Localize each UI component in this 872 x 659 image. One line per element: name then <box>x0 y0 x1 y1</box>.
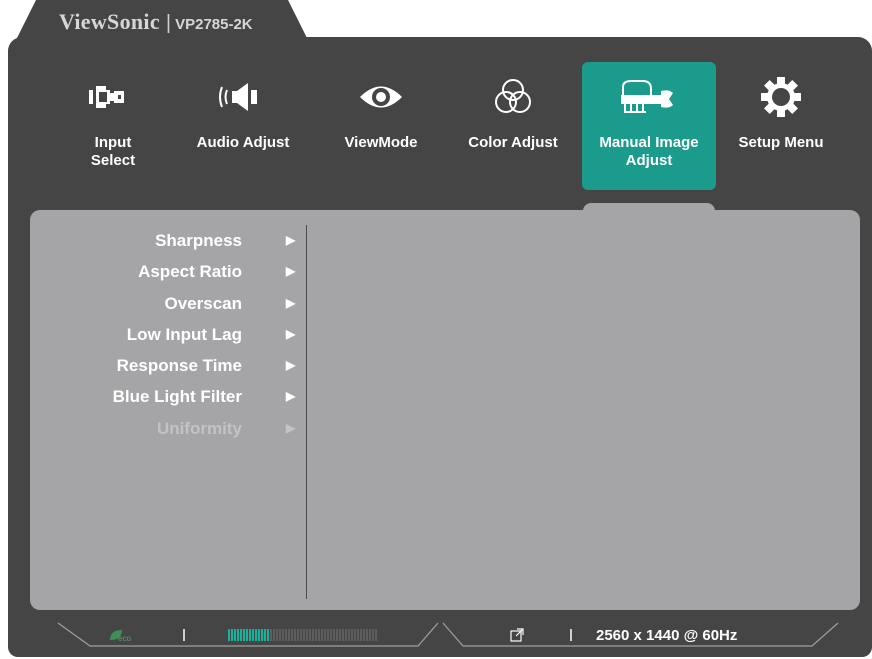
menu-item-sharpness[interactable]: Sharpness ▶ <box>30 222 306 253</box>
submenu-list: Sharpness ▶ Aspect Ratio ▶ Overscan ▶ Lo… <box>30 222 306 441</box>
level-segment <box>372 629 374 641</box>
brightness-level-meter <box>228 629 377 641</box>
svg-text:eco: eco <box>118 634 131 643</box>
level-segment <box>342 629 344 641</box>
gear-icon <box>761 77 801 117</box>
level-segment <box>303 629 305 641</box>
level-segment <box>228 629 230 641</box>
tab-color-adjust[interactable]: Color Adjust <box>450 62 576 190</box>
menu-item-aspect-ratio[interactable]: Aspect Ratio ▶ <box>30 253 306 284</box>
level-segment <box>282 629 284 641</box>
menu-item-blue-light-filter[interactable]: Blue Light Filter ▶ <box>30 378 306 409</box>
level-segment <box>351 629 353 641</box>
level-segment <box>333 629 335 641</box>
level-segment <box>309 629 311 641</box>
level-segment <box>249 629 251 641</box>
level-segment <box>246 629 248 641</box>
tab-viewmode-label: ViewMode <box>344 134 418 151</box>
level-segment <box>300 629 302 641</box>
level-segment <box>261 629 263 641</box>
level-segment <box>375 629 377 641</box>
tab-setup-menu[interactable]: Setup Menu <box>718 62 844 190</box>
level-segment <box>243 629 245 641</box>
hand-wrench-icon <box>621 80 673 113</box>
level-segment <box>273 629 275 641</box>
level-segment <box>279 629 281 641</box>
level-segment <box>258 629 260 641</box>
level-segment <box>345 629 347 641</box>
level-segment <box>240 629 242 641</box>
arrow-right-icon: ▶ <box>286 358 296 373</box>
tab-audio-adjust-label: Audio Adjust <box>196 134 290 151</box>
level-segment <box>237 629 239 641</box>
input-select-icon <box>89 86 124 108</box>
eco-leaf-icon: eco <box>110 630 131 643</box>
arrow-right-icon: ▶ <box>286 420 296 435</box>
menu-item-label: Response Time <box>116 356 242 376</box>
level-segment <box>315 629 317 641</box>
level-segment <box>264 629 266 641</box>
level-segment <box>318 629 320 641</box>
level-segment <box>285 629 287 641</box>
menu-item-label: Uniformity <box>157 418 242 438</box>
color-circles-icon <box>495 79 531 113</box>
tab-color-adjust-label: Color Adjust <box>468 134 558 151</box>
level-segment <box>297 629 299 641</box>
level-segment <box>288 629 290 641</box>
level-segment <box>360 629 362 641</box>
level-segment <box>231 629 233 641</box>
level-segment <box>291 629 293 641</box>
level-segment <box>354 629 356 641</box>
main-menu-tabs: Input Select Audio Adjust ViewMode Color… <box>0 0 872 200</box>
level-segment <box>306 629 308 641</box>
level-segment <box>336 629 338 641</box>
resolution-readout: 2560 x 1440 @ 60Hz <box>596 627 738 644</box>
level-segment <box>270 629 272 641</box>
level-segment <box>348 629 350 641</box>
speaker-icon <box>219 83 257 111</box>
level-segment <box>339 629 341 641</box>
menu-item-label: Overscan <box>164 293 243 313</box>
status-bar: eco <box>57 622 839 647</box>
menu-item-overscan[interactable]: Overscan ▶ <box>30 285 306 316</box>
level-segment <box>369 629 371 641</box>
tab-manual-image-adjust-label: Manual Image Adjust <box>599 134 699 169</box>
tab-setup-menu-label: Setup Menu <box>738 134 824 151</box>
level-segment <box>366 629 368 641</box>
menu-item-label: Low Input Lag <box>126 324 242 344</box>
menu-item-label: Sharpness <box>155 231 242 250</box>
level-segment <box>267 629 269 641</box>
menu-item-label: Blue Light Filter <box>112 387 242 407</box>
menu-item-label: Aspect Ratio <box>138 262 242 282</box>
level-segment <box>357 629 359 641</box>
level-segment <box>234 629 236 641</box>
submenu-divider <box>306 225 307 599</box>
tab-audio-adjust[interactable]: Audio Adjust <box>180 62 306 190</box>
arrow-right-icon: ▶ <box>286 389 296 404</box>
level-segment <box>363 629 365 641</box>
level-segment <box>330 629 332 641</box>
level-segment <box>255 629 257 641</box>
level-segment <box>321 629 323 641</box>
level-segment <box>252 629 254 641</box>
tab-viewmode[interactable]: ViewMode <box>318 62 444 190</box>
menu-item-low-input-lag[interactable]: Low Input Lag ▶ <box>30 316 306 347</box>
menu-item-response-time[interactable]: Response Time ▶ <box>30 347 306 378</box>
level-segment <box>327 629 329 641</box>
arrow-right-icon: ▶ <box>286 233 296 247</box>
level-segment <box>312 629 314 641</box>
level-segment <box>276 629 278 641</box>
menu-item-uniformity: Uniformity ▶ <box>30 410 306 441</box>
tab-manual-image-adjust[interactable]: Manual Image Adjust <box>582 62 716 190</box>
eye-icon <box>360 86 402 108</box>
tab-input-select-label: Input Select <box>90 134 136 169</box>
arrow-right-icon: ▶ <box>286 264 296 279</box>
level-segment <box>294 629 296 641</box>
tab-input-select[interactable]: Input Select <box>50 62 176 190</box>
level-segment <box>324 629 326 641</box>
arrow-right-icon: ▶ <box>286 295 296 310</box>
external-link-icon <box>510 628 524 642</box>
arrow-right-icon: ▶ <box>286 326 296 341</box>
